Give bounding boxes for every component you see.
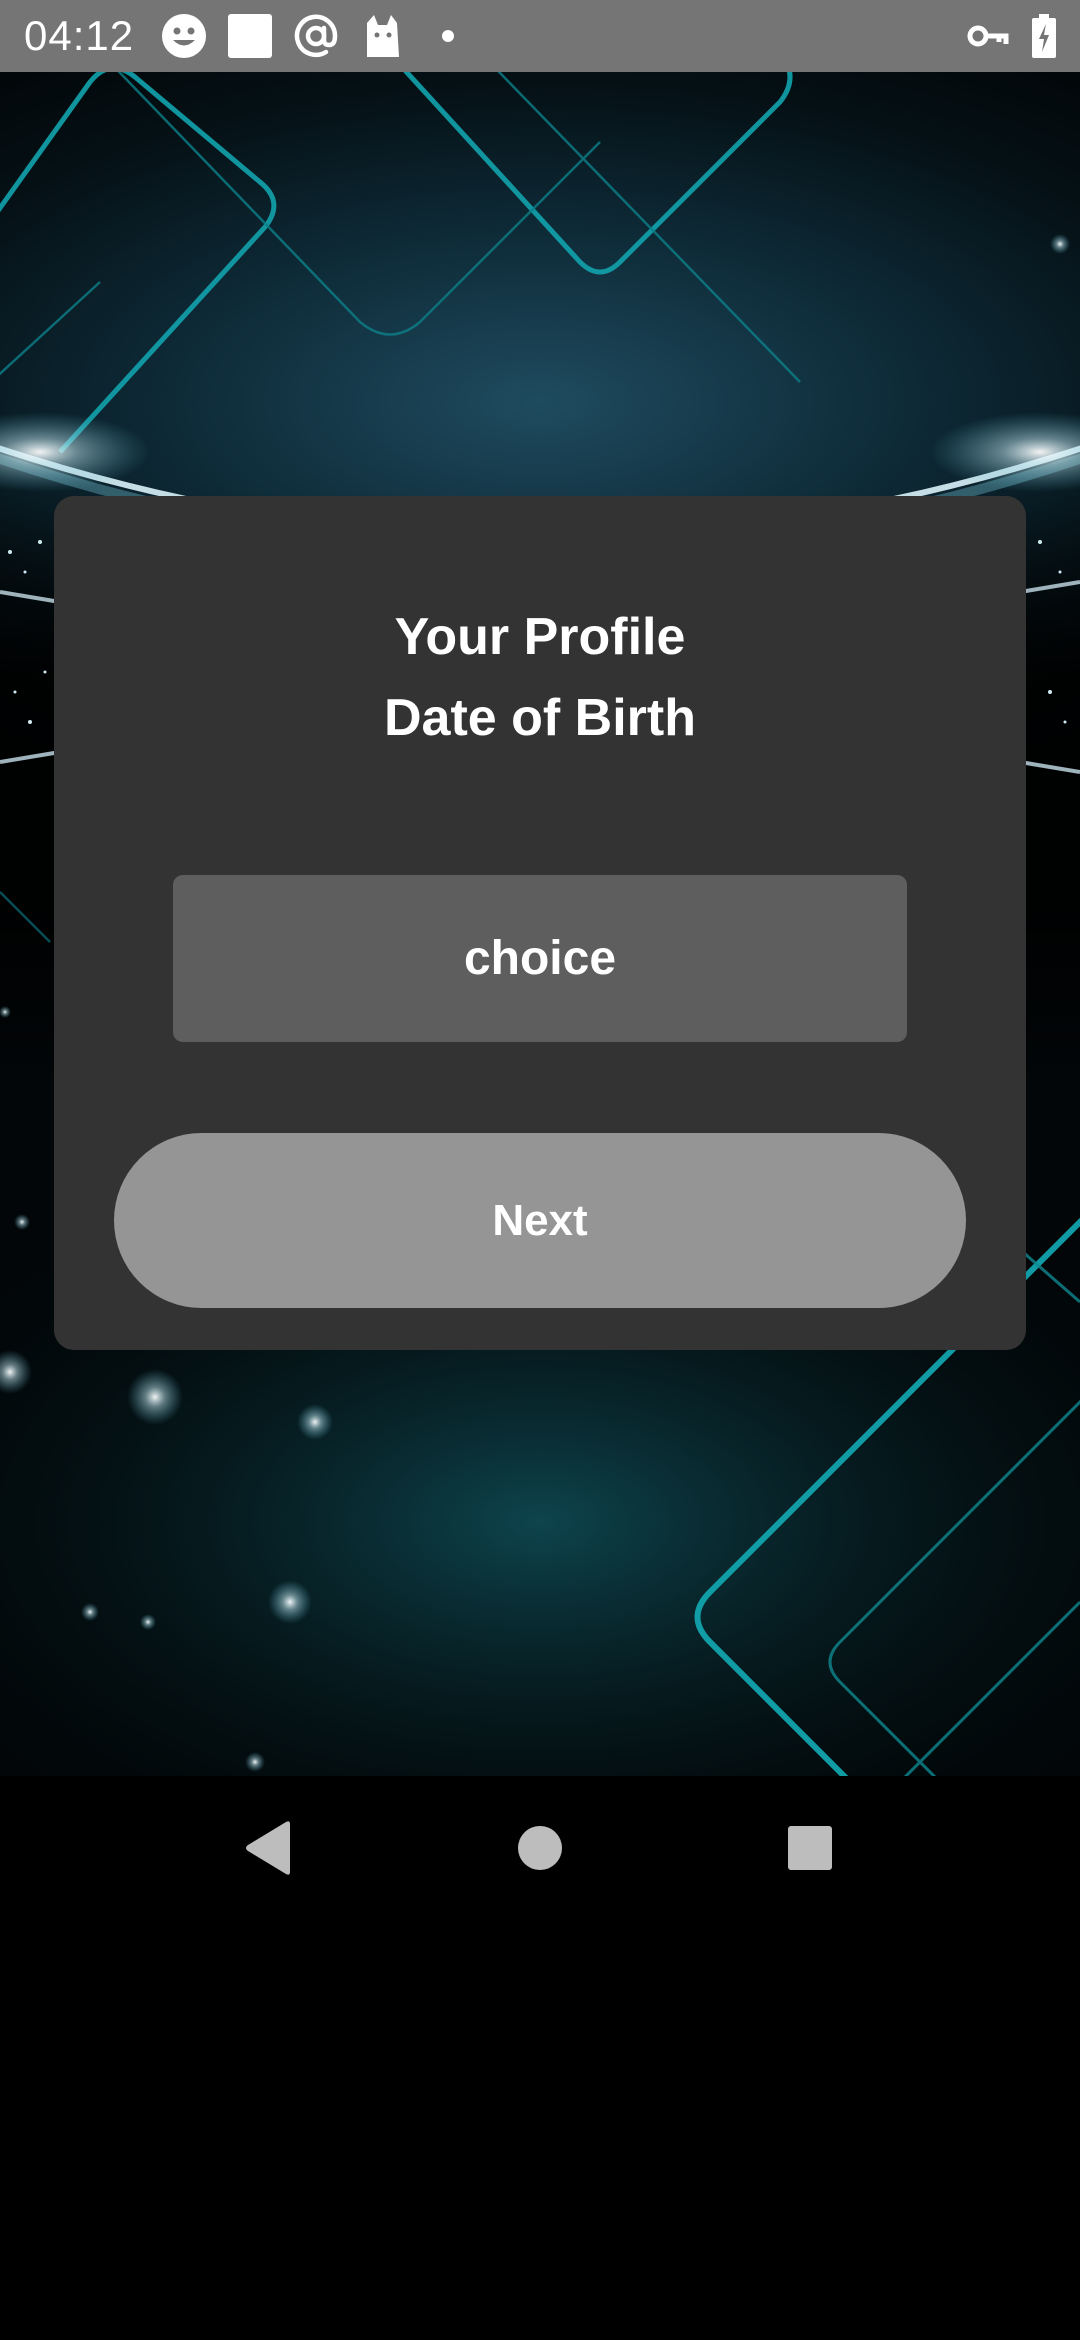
card-title: Your Profile [394, 608, 686, 666]
vpn-key-icon [964, 12, 1012, 60]
cat-icon [358, 12, 406, 60]
choice-label: choice [463, 932, 617, 985]
bottom-blank-area [0, 1920, 1080, 2340]
navigation-bar [0, 1776, 1080, 1920]
back-icon[interactable] [232, 1812, 304, 1884]
status-time: 04:12 [24, 12, 135, 59]
next-label: Next [492, 1195, 588, 1245]
at-sign-icon [292, 12, 340, 60]
home-icon[interactable] [504, 1812, 576, 1884]
battery-charging-icon [1020, 12, 1068, 60]
square-notification-icon [226, 12, 274, 60]
dot-icon [424, 12, 472, 60]
status-bar: 04:12 [0, 0, 1080, 72]
screen: 04:12 Your Profile Date of Birth choice … [0, 0, 1080, 2340]
date-of-birth-choice[interactable]: choice [173, 875, 907, 1042]
profile-card: Your Profile Date of Birth choice Next [54, 496, 1026, 1350]
card-subtitle: Date of Birth [384, 689, 696, 747]
recents-icon[interactable] [774, 1812, 846, 1884]
next-button[interactable]: Next [114, 1133, 966, 1308]
smiley-icon [160, 12, 208, 60]
